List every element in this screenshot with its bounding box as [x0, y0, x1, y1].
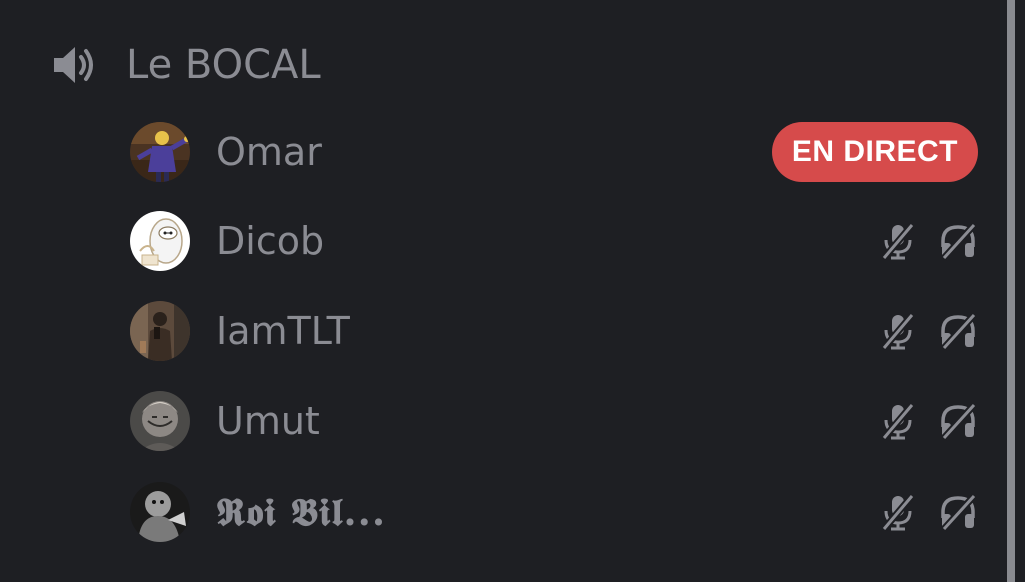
- voice-user-row[interactable]: Umut: [130, 390, 978, 452]
- headphones-deafened-icon: [941, 493, 977, 532]
- avatar: [130, 482, 190, 542]
- headphones-deafened-icon: [941, 312, 977, 351]
- mic-muted-icon: [881, 312, 915, 351]
- user-name: Dicob: [216, 219, 325, 263]
- user-name: IamTLT: [216, 309, 350, 353]
- user-name: Umut: [216, 399, 320, 443]
- voice-channel-panel: Le BOCAL Omar EN DIRECT Dicob IamTLT Umu…: [0, 0, 1025, 582]
- user-status-icons: [878, 401, 978, 441]
- speaker-icon: [50, 43, 100, 87]
- avatar: [130, 391, 190, 451]
- voice-user-row[interactable]: Dicob: [130, 210, 978, 272]
- voice-user-row[interactable]: IamTLT: [130, 300, 978, 362]
- mic-muted-icon: [881, 493, 915, 532]
- headphones-deafened-icon: [941, 402, 977, 441]
- avatar: [130, 301, 190, 361]
- user-status-icons: [878, 311, 978, 351]
- live-badge: EN DIRECT: [771, 122, 978, 182]
- user-name: Omar: [216, 130, 322, 174]
- avatar: [130, 122, 190, 182]
- voice-channel[interactable]: Le BOCAL: [50, 38, 321, 92]
- scrollbar[interactable]: [1007, 0, 1015, 582]
- voice-user-row[interactable]: 𝕽𝖔𝖎 𝕭𝖎𝖑...: [130, 481, 978, 543]
- avatar: [130, 211, 190, 271]
- mic-muted-icon: [881, 222, 915, 261]
- channel-name: Le BOCAL: [126, 42, 321, 88]
- voice-user-row[interactable]: Omar EN DIRECT: [130, 121, 978, 183]
- headphones-deafened-icon: [941, 222, 977, 261]
- user-name: 𝕽𝖔𝖎 𝕭𝖎𝖑...: [216, 489, 387, 534]
- user-status-icons: [878, 492, 978, 532]
- user-status-icons: [878, 221, 978, 261]
- mic-muted-icon: [881, 402, 915, 441]
